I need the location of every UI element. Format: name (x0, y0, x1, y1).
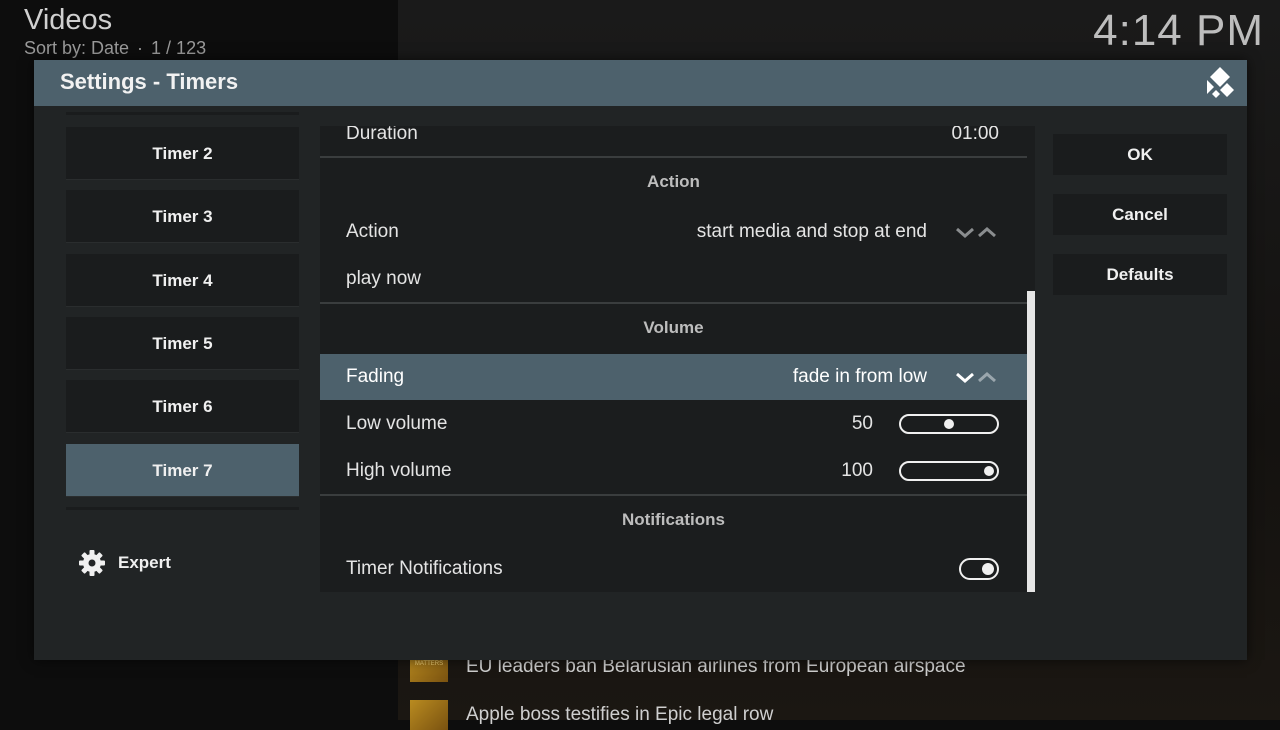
settings-scrollbar[interactable] (1027, 126, 1035, 592)
settings-level-label: Expert (118, 553, 171, 572)
ok-button[interactable]: OK (1053, 134, 1227, 175)
timer-list-edge-bottom (66, 507, 299, 510)
setting-label: Timer Notifications (346, 558, 503, 579)
setting-value: start media and stop at end (696, 221, 927, 242)
setting-label: Low volume (346, 413, 448, 434)
setting-duration[interactable]: Duration 01:00 (320, 126, 1027, 157)
slider-knob[interactable] (944, 419, 954, 429)
setting-value: 100 (841, 460, 873, 481)
section-header-action: Action (647, 172, 700, 191)
toggle-knob (982, 563, 994, 575)
setting-fading[interactable]: Fading fade in from low (320, 354, 1027, 400)
timer-notifications-toggle[interactable] (959, 558, 999, 580)
setting-action[interactable]: Action start media and stop at end (320, 209, 1027, 255)
timer-2-button[interactable]: Timer 2 (66, 127, 299, 180)
setting-label: play now (346, 268, 421, 289)
timer-5-button[interactable]: Timer 5 (66, 317, 299, 370)
setting-label: High volume (346, 460, 452, 481)
defaults-button[interactable]: Defaults (1053, 254, 1227, 295)
item-position: 1 / 123 (151, 38, 207, 58)
separator: · (137, 38, 144, 58)
settings-dialog: Settings - Timers Timer 2 Timer 3 Timer … (34, 60, 1247, 660)
gear-icon (79, 550, 105, 576)
setting-value: fade in from low (792, 366, 927, 387)
timer-list-edge-top (66, 112, 299, 115)
sort-label: Sort by: Date (24, 38, 130, 58)
timer-6-button[interactable]: Timer 6 (66, 380, 299, 433)
settings-level-button[interactable]: Expert (78, 549, 171, 577)
setting-label: Action (346, 221, 399, 242)
settings-panel: Duration 01:00 Action Action start media… (320, 126, 1027, 592)
news-thumbnail (410, 700, 448, 730)
setting-value: 01:00 (951, 126, 999, 144)
low-volume-slider[interactable] (899, 414, 999, 434)
cancel-button[interactable]: Cancel (1053, 194, 1227, 235)
setting-timer-notifications[interactable]: Timer Notifications (320, 546, 1027, 592)
timer-3-button[interactable]: Timer 3 (66, 190, 299, 243)
setting-low-volume[interactable]: Low volume 50 (320, 401, 1027, 447)
clock: 4:14 PM (1093, 6, 1264, 55)
scrollbar-thumb[interactable] (1027, 291, 1035, 592)
setting-value: 50 (851, 413, 873, 434)
section-header-notifications: Notifications (622, 510, 725, 529)
spinner-arrows-icon[interactable] (955, 367, 999, 387)
high-volume-slider[interactable] (899, 461, 999, 481)
setting-label: Fading (346, 366, 405, 387)
section-header-volume: Volume (643, 318, 704, 337)
news-title: Apple boss testifies in Epic legal row (466, 704, 774, 725)
dialog-title: Settings - Timers (60, 69, 239, 94)
setting-play-now[interactable]: play now (320, 256, 1027, 302)
news-item[interactable]: Apple boss testifies in Epic legal row (410, 700, 773, 730)
timer-4-button[interactable]: Timer 4 (66, 254, 299, 307)
timer-7-button[interactable]: Timer 7 (66, 444, 299, 497)
setting-label: Duration (346, 126, 418, 144)
library-sort-info: Sort by: Date · 1 / 123 (24, 38, 206, 59)
dialog-header: Settings - Timers (34, 60, 1247, 106)
library-title: Videos (24, 4, 113, 36)
setting-high-volume[interactable]: High volume 100 (320, 448, 1027, 494)
slider-knob[interactable] (984, 466, 994, 476)
kodi-logo-icon (1207, 67, 1234, 98)
spinner-arrows-icon[interactable] (955, 222, 999, 242)
